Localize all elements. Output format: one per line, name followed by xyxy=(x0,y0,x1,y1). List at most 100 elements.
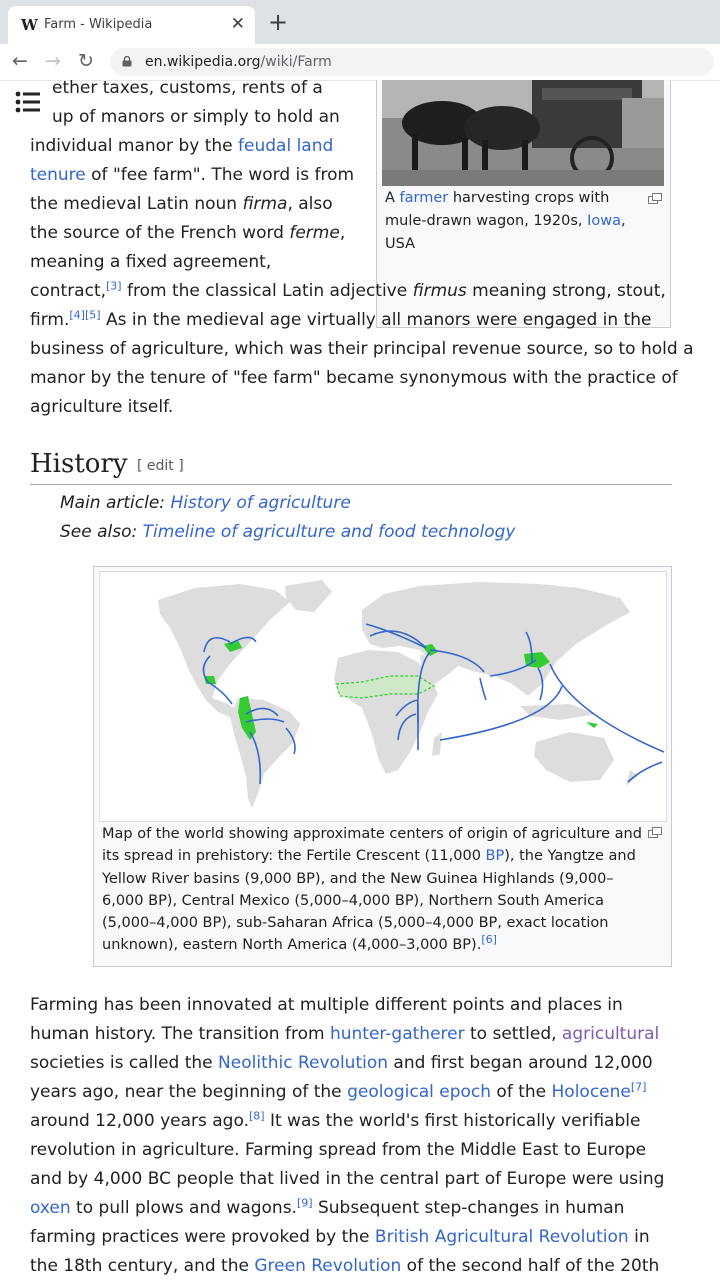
address-bar[interactable]: en.wikipedia.org/wiki/Farm xyxy=(110,48,714,76)
text-run: meaning strong, stout, xyxy=(466,281,666,301)
text-run: the source of the French word xyxy=(30,223,290,243)
text-run: , xyxy=(339,223,346,243)
text-run: the medieval Latin noun xyxy=(30,194,243,214)
north-america-landmass xyxy=(158,584,290,718)
greenland-landmass xyxy=(285,580,332,612)
intro-line: up of manors or simply to hold an xyxy=(52,103,340,132)
text-run: ether taxes, customs, rents of a xyxy=(52,80,323,98)
world-map-graphic xyxy=(158,580,665,808)
intro-line: manor by the tenure of "fee farm" became… xyxy=(30,364,678,393)
see-also-note: See also: Timeline of agriculture and fo… xyxy=(60,518,515,547)
italic-term: ferme xyxy=(289,223,340,243)
citation-link[interactable]: [3] xyxy=(106,279,122,292)
see-also-label: See also: xyxy=(60,522,143,542)
close-icon[interactable]: ✕ xyxy=(231,14,245,34)
text-run: individual manor by the xyxy=(30,136,239,156)
enlarge-icon[interactable] xyxy=(648,827,662,838)
text-run: of the xyxy=(491,1082,552,1102)
plus-icon[interactable]: + xyxy=(268,10,288,34)
text-run: agriculture itself. xyxy=(30,397,174,417)
history-section-heading: History [ edit ] xyxy=(30,446,672,485)
farmer-wagon-photo[interactable] xyxy=(382,80,664,186)
main-article-note: Main article: History of agriculture xyxy=(60,489,351,518)
article-link[interactable]: British Agricultural Revolution xyxy=(375,1227,629,1247)
url-host: en.wikipedia.org xyxy=(145,54,261,70)
intro-line: agriculture itself. xyxy=(30,393,173,422)
article-page: A farmer harvesting crops with mule-draw… xyxy=(0,80,720,1280)
intro-line: tenure of "fee farm". The word is from xyxy=(30,161,354,190)
text-run: of "fee farm". The word is from xyxy=(85,165,355,185)
history-heading-text: History xyxy=(30,449,128,479)
australia-landmass xyxy=(534,732,614,782)
text-run: around 12,000 years ago. xyxy=(30,1111,249,1131)
tab-strip: W Farm - Wikipedia ✕ + xyxy=(0,0,720,44)
farmer-wagon-photo-graphic xyxy=(382,80,664,186)
wikipedia-favicon-icon: W xyxy=(21,16,38,34)
farmer-image-caption: A farmer harvesting crops with mule-draw… xyxy=(385,187,647,256)
url-text: en.wikipedia.org/wiki/Farm xyxy=(145,54,332,70)
madagascar-landmass xyxy=(432,732,442,756)
text-run: , also xyxy=(287,194,333,214)
article-link[interactable]: hunter-gatherer xyxy=(330,1024,465,1044)
reload-icon[interactable]: ↻ xyxy=(78,50,94,72)
table-of-contents-icon[interactable] xyxy=(15,90,41,114)
forward-arrow-icon[interactable]: → xyxy=(45,50,61,72)
agriculture-origin-map[interactable] xyxy=(99,571,667,822)
article-link[interactable]: feudal land xyxy=(238,136,333,156)
article-link[interactable]: Iowa xyxy=(587,213,621,229)
intro-line: individual manor by the feudal land xyxy=(30,132,333,161)
intro-line: contract,[3] from the classical Latin ad… xyxy=(30,277,666,306)
text-run: up of manors or simply to hold an xyxy=(52,107,340,127)
article-link[interactable]: oxen xyxy=(30,1198,71,1218)
intro-line: the source of the French word ferme, xyxy=(30,219,345,248)
text-run: to pull plows and wagons. xyxy=(70,1198,297,1218)
text-run: contract, xyxy=(30,281,107,301)
text-run: As in the medieval age virtually all man… xyxy=(100,310,652,330)
tab-title: Farm - Wikipedia xyxy=(44,17,153,32)
citation-link[interactable]: [6] xyxy=(481,934,497,947)
main-article-label: Main article: xyxy=(60,493,171,513)
spread-arrow xyxy=(479,677,487,701)
lock-icon xyxy=(122,56,132,67)
new-guinea-center xyxy=(586,722,598,728)
intro-line: meaning a fixed agreement, xyxy=(30,248,271,277)
intro-line: firm.[4][5] As in the medieval age virtu… xyxy=(30,306,651,335)
see-also-link[interactable]: Timeline of agriculture and food technol… xyxy=(143,522,516,542)
intro-line: the medieval Latin noun firma, also xyxy=(30,190,333,219)
text-run: manor by the tenure of "fee farm" became… xyxy=(30,368,678,388)
article-link[interactable]: Green Revolution xyxy=(254,1256,401,1276)
history-paragraph: Farming has been innovated at multiple d… xyxy=(30,991,672,1280)
map-thumbnail: Map of the world showing approximate cen… xyxy=(93,566,672,967)
article-link[interactable]: Holocene xyxy=(552,1082,631,1102)
article-link[interactable]: BP xyxy=(486,848,505,864)
map-caption: Map of the world showing approximate cen… xyxy=(102,823,650,957)
browser-tab[interactable]: W Farm - Wikipedia ✕ xyxy=(8,6,255,44)
citation-link[interactable]: [9] xyxy=(297,1196,313,1209)
intro-line: ether taxes, customs, rents of a xyxy=(52,80,323,103)
text-run: firm. xyxy=(30,310,70,330)
text-run: business of agriculture, which was their… xyxy=(30,339,694,359)
article-link[interactable]: tenure xyxy=(30,165,86,185)
edit-section-link[interactable]: [ edit ] xyxy=(137,458,184,474)
intro-line: business of agriculture, which was their… xyxy=(30,335,694,364)
article-link-visited[interactable]: agricultural xyxy=(562,1024,659,1044)
article-link[interactable]: farmer xyxy=(400,190,449,206)
italic-term: firmus xyxy=(412,281,467,301)
citation-link[interactable]: [5] xyxy=(85,308,101,321)
italic-term: firma xyxy=(242,194,288,214)
text-run: A xyxy=(385,190,400,206)
article-link[interactable]: Neolithic Revolution xyxy=(218,1053,388,1073)
text-run: from the classical Latin adjective xyxy=(121,281,413,301)
text-run: societies is called the xyxy=(30,1053,219,1073)
browser-toolbar: ← → ↻ en.wikipedia.org/wiki/Farm xyxy=(0,44,720,81)
text-run: to settled, xyxy=(464,1024,562,1044)
text-run: meaning a fixed agreement, xyxy=(30,252,272,272)
citation-link[interactable]: [7] xyxy=(631,1080,647,1093)
enlarge-icon[interactable] xyxy=(648,193,662,204)
back-arrow-icon[interactable]: ← xyxy=(12,50,28,72)
url-path: /wiki/Farm xyxy=(260,54,332,70)
citation-link[interactable]: [4] xyxy=(69,308,85,321)
article-link[interactable]: geological epoch xyxy=(347,1082,491,1102)
citation-link[interactable]: [8] xyxy=(249,1109,265,1122)
main-article-link[interactable]: History of agriculture xyxy=(170,493,350,513)
